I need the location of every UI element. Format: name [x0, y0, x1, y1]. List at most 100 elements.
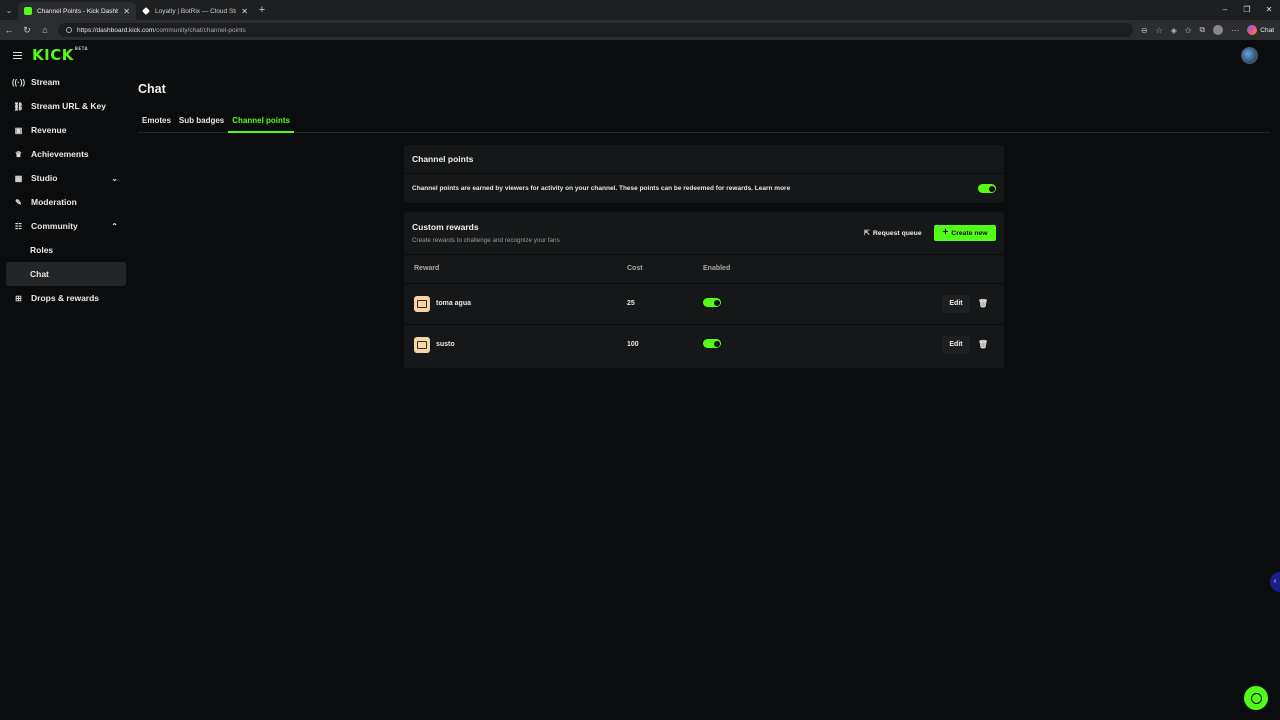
reward-name: susto [436, 341, 455, 348]
sidebar-item-community[interactable]: ☷ Community ⌃ [6, 214, 126, 238]
chat-subtabs: Emotes Sub badges Channel points [138, 114, 1270, 133]
sidebar-item-stream[interactable]: ((·)) Stream [6, 70, 126, 94]
trash-icon[interactable]: 🗑 [976, 295, 990, 313]
request-queue-label: Request queue [872, 229, 922, 237]
close-tab-icon[interactable]: ✕ [123, 7, 130, 16]
studio-icon: ▦ [14, 173, 23, 183]
revenue-icon: ▣ [14, 125, 23, 135]
close-tab-icon[interactable]: ✕ [241, 7, 248, 16]
copilot-chat-label: Chat [1260, 26, 1274, 34]
kick-dashboard-page: KICKBETA ((·)) Stream ⛓ Stream URL & Key… [0, 40, 1280, 720]
kick-logo-beta: BETA [74, 46, 89, 51]
site-info-icon[interactable] [66, 27, 72, 33]
restore-icon[interactable]: ❐ [1236, 0, 1258, 20]
request-queue-button[interactable]: ⇱ Request queue [860, 225, 926, 241]
tab-emotes[interactable]: Emotes [138, 114, 175, 133]
broadcast-icon: ((·)) [11, 77, 26, 87]
browser-tab-title: Channel Points - Kick Dashboard [37, 7, 119, 15]
browser-toolbar: ⊖ ☆ ◈ ✩ ⧉ ⋯ Chat [1141, 25, 1280, 35]
kick-logo-text: KICK [32, 46, 74, 64]
url-path: /community/chat/channel-points [154, 26, 246, 34]
window-controls: – ❐ ✕ [1214, 0, 1280, 20]
sidebar-item-label: Revenue [31, 125, 67, 135]
reload-icon[interactable]: ↻ [18, 25, 36, 36]
channel-points-toggle[interactable] [978, 184, 996, 193]
sidebar-item-roles[interactable]: Roles [6, 238, 126, 262]
copilot-chat-button[interactable]: Chat [1247, 25, 1274, 35]
favorite-star-icon[interactable]: ☆ [1156, 26, 1163, 35]
sidebar-item-label: Drops & rewards [31, 293, 100, 303]
botrix-favicon-icon [142, 7, 150, 15]
custom-rewards-header: Custom rewards Create rewards to challen… [404, 212, 1004, 255]
plus-icon: + [942, 227, 949, 238]
column-header-enabled: Enabled [703, 265, 731, 272]
browser-tab-kick[interactable]: Channel Points - Kick Dashboard ✕ [18, 2, 136, 20]
tab-channel-points[interactable]: Channel points [228, 114, 295, 133]
column-header-reward: Reward [414, 265, 440, 272]
table-row: toma agua 25 Edit 🗑 [404, 284, 1004, 325]
url-field[interactable]: https://dashboard.kick.com/community/cha… [58, 23, 1133, 37]
trophy-icon: ♛ [14, 149, 23, 159]
drops-icon: ⊞ [15, 293, 22, 303]
custom-rewards-description: Create rewards to challenge and recogniz… [412, 237, 560, 244]
table-row: susto 100 Edit 🗑 [404, 325, 1004, 366]
reward-cost: 100 [627, 341, 639, 348]
page-title: Chat [138, 82, 166, 96]
create-new-button[interactable]: + Create new [934, 225, 996, 241]
sidebar-item-revenue[interactable]: ▣ Revenue [6, 118, 126, 142]
sidebar-item-drops-rewards[interactable]: ⊞ Drops & rewards [6, 286, 126, 310]
community-icon: ☷ [14, 221, 23, 231]
sidebar-item-achievements[interactable]: ♛ Achievements [6, 142, 126, 166]
edit-button[interactable]: Edit [942, 336, 970, 354]
url-host: https://dashboard.kick.com [77, 26, 155, 34]
trash-icon[interactable]: 🗑 [976, 336, 990, 354]
sidebar-item-label: Stream [31, 77, 60, 87]
close-window-icon[interactable]: ✕ [1258, 0, 1280, 20]
browser-tab-title: Loyalty | BotRix — Cloud Streaming [155, 7, 236, 15]
channel-points-row: Channel points are earned by viewers for… [404, 174, 1004, 203]
browser-tab-bar: ⌄ Channel Points - Kick Dashboard ✕ Loya… [0, 0, 1280, 20]
side-panel-handle-icon[interactable]: ‹ [1270, 572, 1280, 592]
custom-rewards-title: Custom rewards [412, 222, 479, 232]
back-icon[interactable]: ← [0, 25, 18, 35]
reward-gift-icon [414, 296, 430, 312]
browser-tab-botrix[interactable]: Loyalty | BotRix — Cloud Streaming ✕ [136, 2, 254, 20]
copilot-icon [1247, 25, 1258, 35]
edit-button[interactable]: Edit [942, 295, 970, 313]
sidebar-item-studio[interactable]: ▦ Studio ⌄ [6, 166, 126, 190]
avatar[interactable] [1241, 47, 1258, 64]
reward-cost: 25 [627, 300, 635, 307]
support-chat-icon[interactable] [1244, 686, 1268, 710]
favorites-icon[interactable]: ✩ [1185, 26, 1192, 35]
rewards-table-header: Reward Cost Enabled [404, 255, 1004, 284]
reward-enabled-toggle[interactable] [703, 298, 721, 307]
sidebar-item-stream-url-key[interactable]: ⛓ Stream URL & Key [6, 94, 126, 118]
sidebar-nav: ((·)) Stream ⛓ Stream URL & Key ▣ Revenu… [6, 70, 126, 310]
chevron-down-icon: ⌄ [111, 173, 118, 183]
sidebar-item-label: Stream URL & Key [31, 101, 106, 111]
reward-enabled-toggle[interactable] [703, 339, 721, 348]
zoom-icon[interactable]: ⊖ [1141, 26, 1148, 35]
more-menu-icon[interactable]: ⋯ [1231, 26, 1239, 35]
collections-icon[interactable]: ⧉ [1200, 25, 1206, 35]
new-tab-icon[interactable]: + [254, 4, 270, 16]
column-header-cost: Cost [627, 265, 643, 272]
menu-icon[interactable] [13, 52, 22, 59]
extension-icon[interactable]: ◈ [1171, 26, 1177, 35]
channel-points-panel: Channel points Channel points are earned… [404, 145, 1004, 203]
profile-icon[interactable] [1213, 25, 1224, 35]
tab-sub-badges[interactable]: Sub badges [175, 114, 228, 133]
wrench-icon: ✎ [15, 197, 22, 207]
dashboard-topbar: KICKBETA [0, 40, 1280, 70]
kick-logo[interactable]: KICKBETA [32, 46, 88, 64]
sidebar-item-label: Achievements [31, 149, 89, 159]
link-icon: ⛓ [13, 101, 24, 111]
sidebar-item-chat[interactable]: Chat [6, 262, 126, 286]
sidebar-item-label: Community [31, 221, 78, 231]
sidebar-item-moderation[interactable]: ✎ Moderation [6, 190, 126, 214]
home-icon[interactable]: ⌂ [36, 25, 54, 35]
tab-actions-chevron-icon[interactable]: ⌄ [0, 0, 18, 20]
browser-address-bar: ← ↻ ⌂ https://dashboard.kick.com/communi… [0, 20, 1280, 40]
minimize-icon[interactable]: – [1214, 0, 1236, 20]
external-link-icon: ⇱ [864, 230, 870, 237]
